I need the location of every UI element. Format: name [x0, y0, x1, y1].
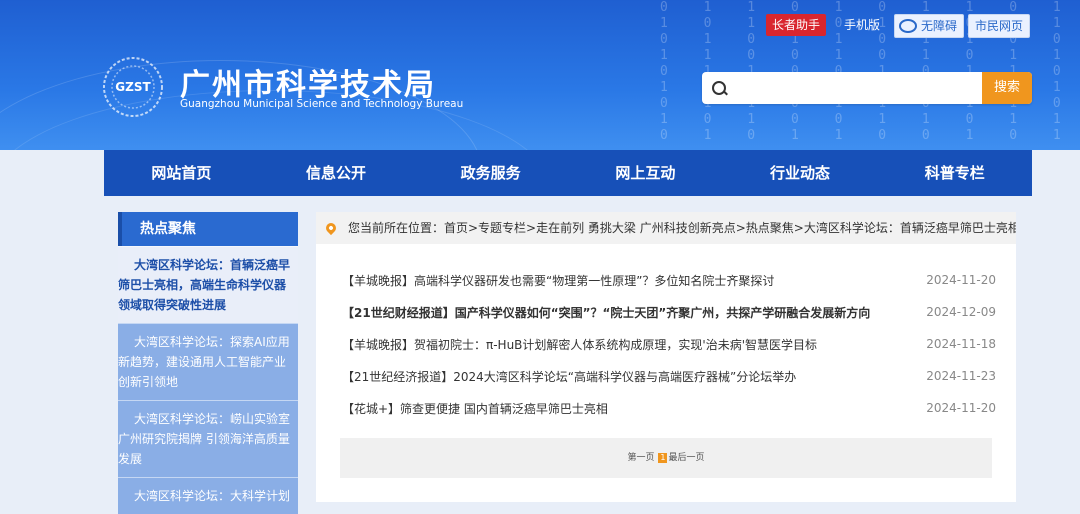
news-list: 【羊城晚报】高端科学仪器研发也需要“物理第一性原理”？多位知名院士齐聚探讨 202…: [342, 264, 996, 424]
breadcrumb-text[interactable]: 您当前所在位置：首页>专题专栏>走在前列 勇挑大梁 广州科技创新亮点>热点聚焦>…: [348, 221, 1016, 235]
list-item[interactable]: 【21世纪财经报道】国产科学仪器如何“突围”？“院士天团”齐聚广州，共探产学研融…: [342, 296, 996, 328]
mobile-version-link[interactable]: 手机版: [838, 14, 886, 36]
search-button[interactable]: 搜索: [982, 72, 1032, 104]
sidebar-item[interactable]: 大湾区科学论坛：首辆泛癌早筛巴士亮相，高端生命科学仪器领域取得突破性进展: [118, 246, 298, 323]
news-date: 2024-11-20: [926, 273, 996, 287]
citizen-page-button[interactable]: 市民网页: [968, 14, 1031, 38]
search-icon: [712, 81, 726, 95]
main-nav: 网站首页 信息公开 政务服务 网上互动 行业动态 科普专栏: [104, 150, 1032, 196]
list-item[interactable]: 【羊城晚报】贺福初院士：π-HuB计划解密人体系统构成原理，实现'治未病'智慧医…: [342, 328, 996, 360]
news-date: 2024-11-18: [926, 337, 996, 351]
list-item[interactable]: 【羊城晚报】高端科学仪器研发也需要“物理第一性原理”？多位知名院士齐聚探讨 202…: [342, 264, 996, 296]
pagination: 第一页 1 最后一页: [340, 438, 992, 478]
eye-icon: [899, 18, 917, 33]
news-date: 2024-11-20: [926, 401, 996, 415]
sidebar-item[interactable]: 大湾区科学论坛：崂山实验室广州研究院揭牌 引领海洋高质量发展: [118, 400, 298, 477]
gzst-logo[interactable]: GZST: [102, 56, 164, 118]
current-page[interactable]: 1: [658, 453, 668, 463]
list-item[interactable]: 【花城+】筛查更便捷 国内首辆泛癌早筛巴士亮相 2024-11-20: [342, 392, 996, 424]
sidebar-item[interactable]: 大湾区科学论坛：大科学计划: [118, 477, 298, 514]
location-pin-icon: [323, 220, 339, 236]
news-title[interactable]: 【羊城晚报】贺福初院士：π-HuB计划解密人体系统构成原理，实现'治未病'智慧医…: [342, 336, 817, 353]
news-date: 2024-12-09: [926, 305, 996, 319]
site-subtitle: Guangzhou Municipal Science and Technolo…: [180, 98, 464, 110]
accessibility-button[interactable]: 无障碍: [894, 14, 965, 38]
news-title[interactable]: 【花城+】筛查更便捷 国内首辆泛癌早筛巴士亮相: [342, 400, 608, 417]
sidebar-item[interactable]: 大湾区科学论坛：探索AI应用新趋势，建设通用人工智能产业创新引领地: [118, 323, 298, 400]
nav-item-services[interactable]: 政务服务: [413, 150, 568, 196]
news-title[interactable]: 【21世纪财经报道】国产科学仪器如何“突围”？“院士天团”齐聚广州，共探产学研融…: [342, 304, 870, 321]
accessibility-label: 无障碍: [921, 19, 958, 33]
logo-text: GZST: [115, 80, 151, 94]
elder-assistant-button[interactable]: 长者助手: [766, 14, 827, 36]
list-item[interactable]: 【21世纪经济报道】2024大湾区科学论坛“高端科学仪器与高端医疗器械”分论坛举…: [342, 360, 996, 392]
news-title[interactable]: 【21世纪经济报道】2024大湾区科学论坛“高端科学仪器与高端医疗器械”分论坛举…: [342, 368, 796, 385]
sidebar-heading: 热点聚焦: [118, 212, 298, 246]
last-page-link[interactable]: 最后一页: [668, 453, 704, 463]
sidebar: 热点聚焦 大湾区科学论坛：首辆泛癌早筛巴士亮相，高端生命科学仪器领域取得突破性进…: [118, 212, 298, 514]
nav-item-industry[interactable]: 行业动态: [723, 150, 878, 196]
nav-item-info[interactable]: 信息公开: [259, 150, 414, 196]
nav-item-interaction[interactable]: 网上互动: [568, 150, 723, 196]
nav-item-home[interactable]: 网站首页: [104, 150, 259, 196]
first-page-link[interactable]: 第一页: [628, 453, 655, 463]
news-date: 2024-11-23: [926, 369, 996, 383]
search-input[interactable]: [732, 76, 976, 102]
news-title[interactable]: 【羊城晚报】高端科学仪器研发也需要“物理第一性原理”？多位知名院士齐聚探讨: [342, 272, 774, 289]
main-content: 您当前所在位置：首页>专题专栏>走在前列 勇挑大梁 广州科技创新亮点>热点聚焦>…: [316, 212, 1016, 502]
breadcrumb: 您当前所在位置：首页>专题专栏>走在前列 勇挑大梁 广州科技创新亮点>热点聚焦>…: [316, 212, 1016, 244]
nav-item-science[interactable]: 科普专栏: [877, 150, 1032, 196]
